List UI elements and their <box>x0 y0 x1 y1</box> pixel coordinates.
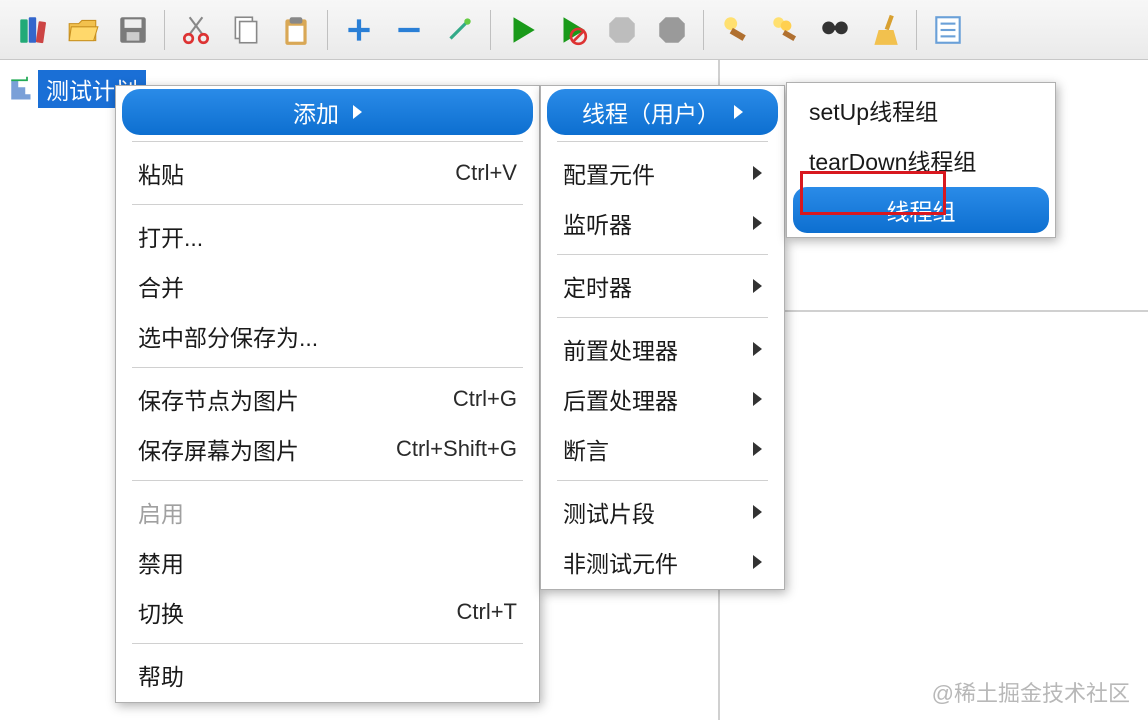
cut-icon[interactable] <box>173 7 219 53</box>
menu-item[interactable]: 合并 <box>116 261 539 311</box>
menu-item-label: 选中部分保存为... <box>138 319 318 353</box>
toolbar-separator <box>703 10 704 50</box>
books-icon[interactable] <box>10 7 56 53</box>
paste-icon[interactable] <box>273 7 319 53</box>
submenu-arrow-icon <box>753 442 762 456</box>
stop-shutdown-icon[interactable] <box>649 7 695 53</box>
submenu-arrow-icon <box>753 342 762 356</box>
add-submenu: 线程（用户） 配置元件监听器定时器前置处理器后置处理器断言测试片段非测试元件 <box>540 85 785 590</box>
menu-item-label: 测试片段 <box>563 495 655 529</box>
menu-item-label: 打开... <box>138 219 203 253</box>
menu-item[interactable]: tearDown线程组 <box>787 135 1055 185</box>
menu-item[interactable]: 粘贴 Ctrl+V <box>116 148 539 198</box>
menu-item-shortcut: Ctrl+T <box>457 599 518 625</box>
menu-item[interactable]: 非测试元件 <box>541 537 784 587</box>
menu-item[interactable]: 监听器 <box>541 198 784 248</box>
search-icon[interactable] <box>812 7 858 53</box>
menu-item-shortcut: Ctrl+Shift+G <box>396 436 517 462</box>
menu-item-label: 切换 <box>138 595 184 629</box>
menu-separator <box>132 480 523 481</box>
menu-item-label: 保存屏幕为图片 <box>138 432 299 466</box>
menu-item[interactable]: 帮助 <box>116 650 539 700</box>
watermark: @稀土掘金技术社区 <box>932 676 1130 708</box>
run-icon[interactable] <box>499 7 545 53</box>
menu-item[interactable]: 线程（用户） <box>547 89 778 135</box>
menu-item-shortcut: Ctrl+G <box>453 386 517 412</box>
menu-item[interactable]: 断言 <box>541 424 784 474</box>
submenu-arrow-icon <box>753 505 762 519</box>
menu-item-label: 添加 <box>293 95 339 129</box>
toolbar-separator <box>164 10 165 50</box>
submenu-arrow-icon <box>753 166 762 180</box>
menu-item-label: 线程组 <box>887 193 956 227</box>
menu-item-label: 帮助 <box>138 658 184 692</box>
copy-icon[interactable] <box>223 7 269 53</box>
threads-submenu: setUp线程组 tearDown线程组线程组 <box>786 82 1056 238</box>
save-icon[interactable] <box>110 7 156 53</box>
submenu-arrow-icon <box>753 279 762 293</box>
menu-separator <box>132 643 523 644</box>
menu-separator <box>132 204 523 205</box>
menu-item[interactable]: 配置元件 <box>541 148 784 198</box>
menu-item[interactable]: 保存屏幕为图片 Ctrl+Shift+G <box>116 424 539 474</box>
wand-icon[interactable] <box>436 7 482 53</box>
menu-item-label: 禁用 <box>138 545 184 579</box>
menu-item[interactable]: 保存节点为图片 Ctrl+G <box>116 374 539 424</box>
menu-item[interactable]: 线程组 <box>793 187 1049 233</box>
menu-item[interactable]: 后置处理器 <box>541 374 784 424</box>
menu-item-label: 断言 <box>563 432 609 466</box>
toolbar <box>0 0 1148 60</box>
menu-separator <box>557 317 768 318</box>
menu-item-label: 定时器 <box>563 269 632 303</box>
context-menu: 添加粘贴 Ctrl+V 打开... 合并选中部分保存为... 保存节点为图片 Ctrl+G… <box>115 85 540 703</box>
open-folder-icon[interactable] <box>60 7 106 53</box>
testplan-icon <box>6 75 34 103</box>
menu-item[interactable]: 启用 <box>116 487 539 537</box>
broom-icon[interactable] <box>862 7 908 53</box>
menu-item-label: 粘贴 <box>138 156 184 190</box>
menu-separator <box>132 367 523 368</box>
submenu-arrow-icon <box>753 392 762 406</box>
run-no-pause-icon[interactable] <box>549 7 595 53</box>
menu-item[interactable]: 选中部分保存为... <box>116 311 539 361</box>
clear-icon[interactable] <box>712 7 758 53</box>
menu-item[interactable]: 添加 <box>122 89 533 135</box>
menu-separator <box>557 480 768 481</box>
plus-icon[interactable] <box>336 7 382 53</box>
toolbar-separator <box>490 10 491 50</box>
menu-item-label: setUp线程组 <box>809 93 938 127</box>
menu-item[interactable]: 前置处理器 <box>541 324 784 374</box>
menu-item-label: 后置处理器 <box>563 382 678 416</box>
menu-item-label: 非测试元件 <box>563 545 678 579</box>
submenu-arrow-icon <box>753 216 762 230</box>
menu-item-label: 前置处理器 <box>563 332 678 366</box>
minus-icon[interactable] <box>386 7 432 53</box>
submenu-arrow-icon <box>353 105 362 119</box>
stop-icon[interactable] <box>599 7 645 53</box>
submenu-arrow-icon <box>734 105 743 119</box>
clear-all-icon[interactable] <box>762 7 808 53</box>
menu-item-label: 线程（用户） <box>582 95 720 129</box>
menu-item[interactable]: setUp线程组 <box>787 85 1055 135</box>
menu-item[interactable]: 切换 Ctrl+T <box>116 587 539 637</box>
menu-item-label: 合并 <box>138 269 184 303</box>
menu-separator <box>557 141 768 142</box>
menu-item[interactable]: 定时器 <box>541 261 784 311</box>
menu-item-label: tearDown线程组 <box>809 143 976 177</box>
submenu-arrow-icon <box>753 555 762 569</box>
menu-item-label: 监听器 <box>563 206 632 240</box>
menu-item[interactable]: 禁用 <box>116 537 539 587</box>
toolbar-separator <box>327 10 328 50</box>
menu-item[interactable]: 打开... <box>116 211 539 261</box>
toolbar-separator <box>916 10 917 50</box>
menu-item-label: 保存节点为图片 <box>138 382 299 416</box>
menu-item-shortcut: Ctrl+V <box>455 160 517 186</box>
menu-item[interactable]: 测试片段 <box>541 487 784 537</box>
menu-separator <box>132 141 523 142</box>
menu-separator <box>557 254 768 255</box>
menu-item-label: 启用 <box>138 495 184 529</box>
report-icon[interactable] <box>925 7 971 53</box>
menu-item-label: 配置元件 <box>563 156 655 190</box>
